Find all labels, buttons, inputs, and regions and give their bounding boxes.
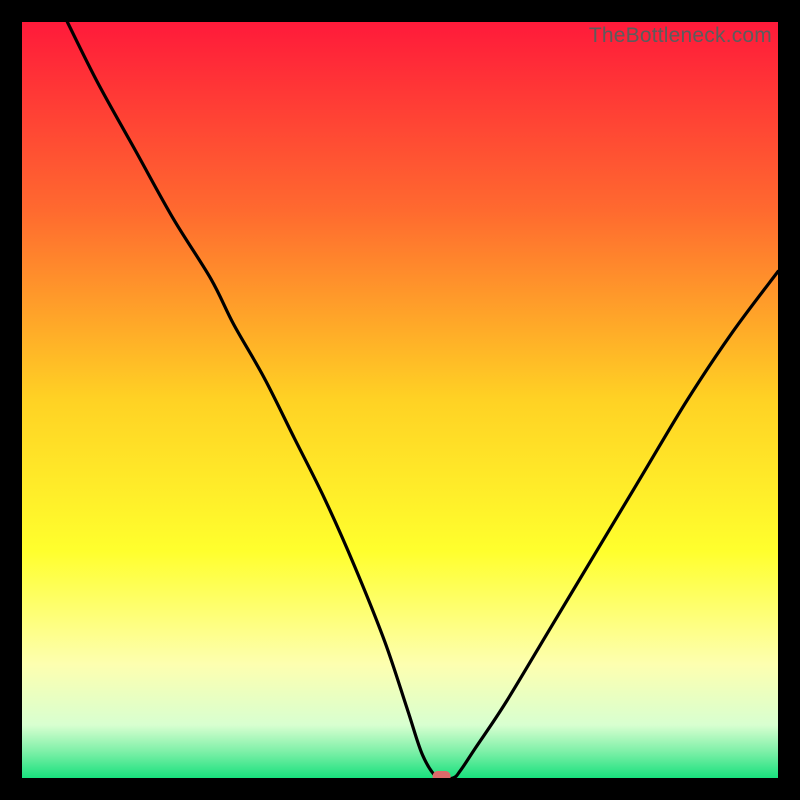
gradient-background xyxy=(22,22,778,778)
bottleneck-curve-chart xyxy=(22,22,778,778)
chart-frame: TheBottleneck.com xyxy=(22,22,778,778)
watermark-label: TheBottleneck.com xyxy=(589,24,772,48)
marker-dot xyxy=(433,771,451,778)
